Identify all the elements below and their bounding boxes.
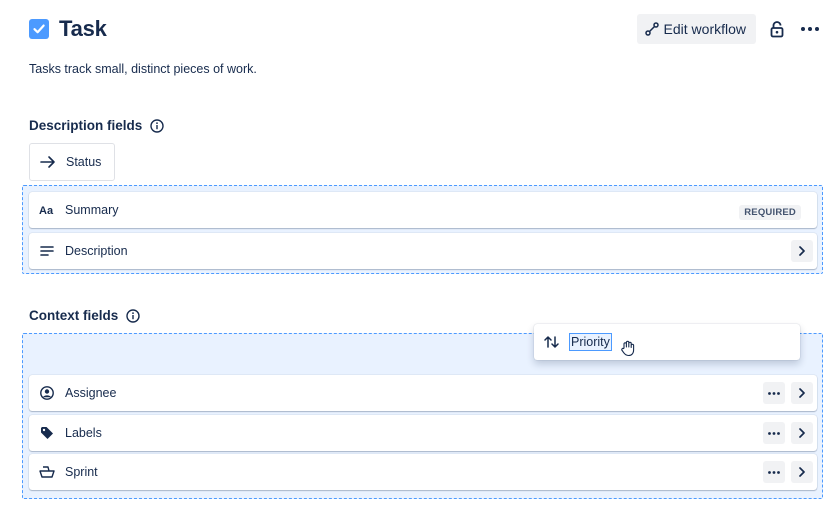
field-label: Summary <box>65 203 119 217</box>
row-actions <box>757 461 813 483</box>
field-label: Labels <box>65 426 102 440</box>
chevron-right-icon[interactable] <box>791 382 813 404</box>
status-field-label: Status <box>66 155 102 169</box>
edit-workflow-button[interactable]: Edit workflow <box>636 14 756 44</box>
more-icon[interactable] <box>798 16 822 42</box>
arrow-right-icon <box>40 156 55 168</box>
row-actions <box>757 422 813 444</box>
workflow-icon <box>644 22 659 36</box>
context-fields-title: Context fields <box>29 308 119 323</box>
checkbox-icon <box>29 19 49 39</box>
dragging-field-label: Priority <box>569 333 612 351</box>
page-subtitle: Tasks track small, distinct pieces of wo… <box>29 62 257 76</box>
person-icon <box>39 385 55 401</box>
chevron-right-icon[interactable] <box>791 422 813 444</box>
paragraph-icon <box>39 243 55 259</box>
page-header: Task Edit workflow <box>29 14 822 44</box>
info-icon[interactable] <box>126 308 140 323</box>
grab-cursor-icon <box>620 339 636 362</box>
field-label: Sprint <box>65 465 98 479</box>
field-label: Assignee <box>65 386 117 400</box>
sort-arrows-icon <box>544 334 560 350</box>
row-actions <box>757 382 813 404</box>
lock-icon[interactable] <box>766 16 788 42</box>
field-row-assignee[interactable]: Assignee <box>29 375 817 411</box>
dragging-field-priority[interactable]: Priority <box>534 324 800 360</box>
context-fields-heading: Context fields <box>29 308 140 323</box>
status-field-chip[interactable]: Status <box>29 143 115 181</box>
description-fields-dropzone: Aa Summary REQUIRED Description <box>22 185 823 274</box>
required-badge: REQUIRED <box>739 205 801 220</box>
chevron-right-icon[interactable] <box>791 461 813 483</box>
field-label: Description <box>65 244 128 258</box>
header-actions: Edit workflow <box>636 14 822 44</box>
more-icon[interactable] <box>763 461 785 483</box>
row-actions <box>785 240 813 262</box>
text-icon: Aa <box>39 202 55 218</box>
description-fields-heading: Description fields <box>29 118 164 133</box>
svg-text:Aa: Aa <box>39 205 54 216</box>
description-fields-title: Description fields <box>29 118 143 133</box>
field-row-summary[interactable]: Aa Summary REQUIRED <box>29 192 817 228</box>
more-icon[interactable] <box>763 382 785 404</box>
edit-workflow-label: Edit workflow <box>663 21 746 37</box>
more-icon[interactable] <box>763 422 785 444</box>
tag-icon <box>39 425 55 441</box>
info-icon[interactable] <box>150 118 164 133</box>
field-row-labels[interactable]: Labels <box>29 415 817 451</box>
page-title: Task <box>59 16 107 41</box>
field-row-sprint[interactable]: Sprint <box>29 454 817 490</box>
sprint-icon <box>39 464 55 480</box>
chevron-right-icon[interactable] <box>791 240 813 262</box>
field-row-description[interactable]: Description <box>29 233 817 269</box>
